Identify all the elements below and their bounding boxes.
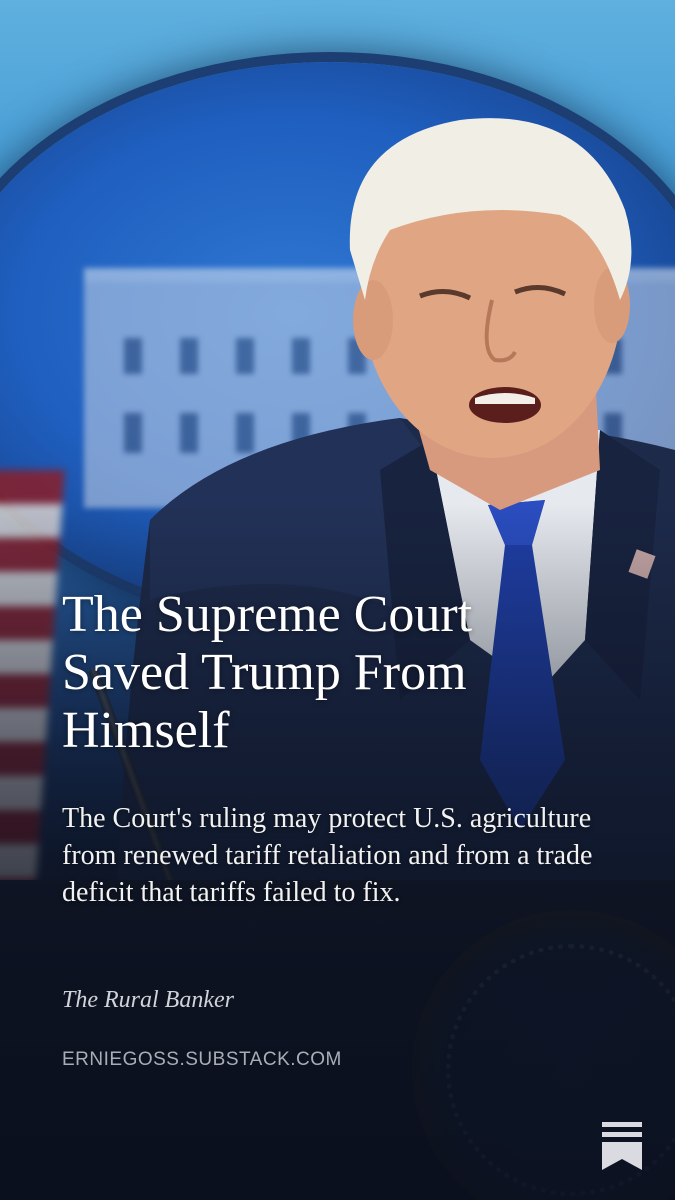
post-subtitle: The Court's ruling may protect U.S. agri…: [62, 803, 593, 908]
post-title: The Supreme Court Saved Trump From Himse…: [62, 586, 473, 759]
substack-bookmark-icon[interactable]: [602, 1122, 642, 1170]
publication-name: The Rural Banker: [62, 987, 234, 1013]
post-share-card[interactable]: The Supreme Court Saved Trump From Himse…: [0, 0, 675, 1200]
publication-domain[interactable]: ERNIEGOSS.SUBSTACK.COM: [62, 1047, 342, 1073]
